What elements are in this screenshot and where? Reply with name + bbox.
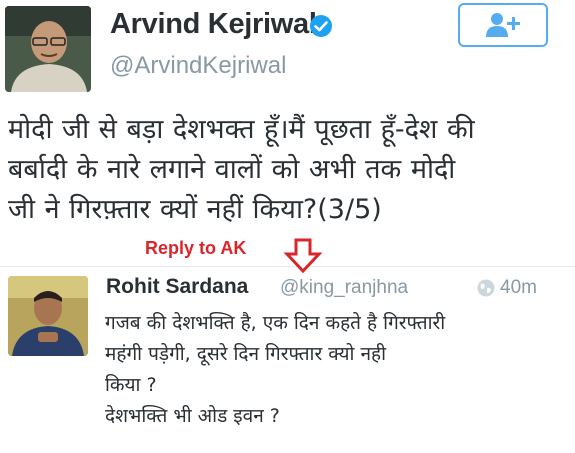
annotation-label: Reply to AK bbox=[145, 238, 247, 258]
author-handle[interactable]: @ArvindKejriwal bbox=[110, 52, 286, 80]
reply-author-name[interactable]: Rohit Sardana bbox=[106, 275, 248, 299]
add-user-icon bbox=[486, 13, 520, 37]
author-name[interactable]: Arvind Kejriwal bbox=[110, 8, 317, 41]
reply-text-line: महंगी पड़ेगी, दूसरे दिन गिरफ्तार क्यो नह… bbox=[105, 343, 386, 365]
tweet-text-line: जी ने गिरफ़्तार क्यों नहीं किया?(3/5) bbox=[8, 194, 382, 225]
down-arrow-icon bbox=[283, 238, 323, 274]
reply-text-line: गजब की देशभक्ति है, एक दिन कहते है गिरफ्… bbox=[105, 312, 446, 334]
tweet-text-line: बर्बादी के नारे लगाने वालों को अभी तक मो… bbox=[8, 154, 456, 185]
verified-badge-icon bbox=[309, 14, 333, 38]
reply-text-line: देशभक्ति भी ओड इवन ? bbox=[105, 405, 280, 427]
follow-button[interactable] bbox=[458, 3, 548, 47]
tweet-text-line: मोदी जी से बड़ा देशभक्त हूँ।मैं पूछता हू… bbox=[8, 114, 475, 145]
reply-text: गजब की देशभक्ति है, एक दिन कहते है गिरफ्… bbox=[105, 308, 545, 432]
reply-author-handle[interactable]: @king_ranjhna bbox=[280, 277, 408, 299]
author-avatar[interactable] bbox=[5, 6, 91, 92]
globe-icon bbox=[476, 278, 496, 298]
tweet-text: मोदी जी से बड़ा देशभक्त हूँ।मैं पूछता हू… bbox=[8, 110, 568, 230]
reply-text-line: किया ? bbox=[105, 374, 157, 396]
reply-author-avatar[interactable] bbox=[8, 276, 88, 356]
reply-timestamp[interactable]: 40m bbox=[500, 277, 537, 299]
